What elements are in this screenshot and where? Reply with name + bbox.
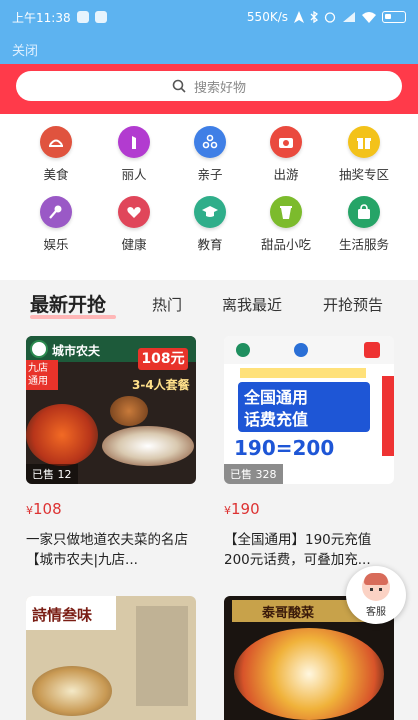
offer-text: 190=200 — [234, 436, 335, 460]
graduation-cap-icon — [194, 196, 226, 228]
camera-icon — [270, 126, 302, 158]
heart-icon — [118, 196, 150, 228]
dish-photo — [234, 628, 384, 720]
product-price: ¥190 — [224, 500, 418, 518]
network-speed: 550K/s — [246, 10, 288, 24]
feed-tabs: 最新开抢 热门 离我最近 开抢预告 — [0, 282, 418, 326]
category-label: 出游 — [273, 167, 299, 182]
search-input[interactable]: 搜索好物 — [16, 71, 402, 101]
dish-photo — [26, 404, 98, 466]
close-button[interactable]: 关闭 — [12, 44, 38, 59]
product-image: 詩情叁味 — [26, 596, 196, 720]
category-beauty[interactable]: 丽人 — [92, 126, 176, 183]
headline-line1: 全国通用 — [244, 388, 309, 407]
search-area: 搜索好物 — [0, 64, 418, 114]
product-price: ¥108 — [26, 500, 222, 518]
notification-icon — [76, 11, 89, 23]
tab-nearby[interactable]: 离我最近 — [222, 294, 282, 315]
price-value: 190 — [231, 500, 260, 518]
product-card[interactable]: 詩情叁味 — [26, 596, 222, 720]
category-label: 亲子 — [197, 167, 223, 182]
category-label: 教育 — [197, 237, 223, 252]
search-icon — [172, 79, 186, 93]
dish-photo — [102, 426, 194, 466]
category-label: 生活服务 — [338, 237, 389, 252]
family-icon — [194, 126, 226, 158]
product-image: 全国通用 话费充值 190=200 已售 328 — [224, 336, 394, 484]
top-bar: 关闭 — [0, 34, 418, 64]
currency-symbol: ¥ — [26, 504, 33, 517]
customer-service-avatar-icon — [362, 572, 390, 601]
china-mobile-logo-icon — [236, 343, 250, 357]
headline-line2: 话费充值 — [244, 410, 309, 429]
category-entertainment[interactable]: 娱乐 — [14, 196, 98, 253]
calligraphy-wall — [136, 606, 188, 706]
battery-icon — [382, 11, 406, 23]
carrier-note-bar — [240, 368, 366, 378]
location-icon — [294, 11, 304, 23]
customer-service-button[interactable]: 客服 — [346, 566, 406, 624]
product-card[interactable]: 城市农夫 九店通用 108元 3-4人套餐 已售 12 ¥108 一家只做地道农… — [26, 336, 222, 570]
prize-icon — [348, 126, 380, 158]
search-placeholder: 搜索好物 — [193, 80, 246, 96]
signal-icon — [343, 12, 355, 22]
product-image: 城市农夫 九店通用 108元 3-4人套餐 已售 12 — [26, 336, 196, 484]
lipstick-icon — [118, 126, 150, 158]
price-tag: 108元 — [138, 348, 188, 370]
promo-badge: 九店通用 — [26, 360, 58, 390]
product-card[interactable]: 全国通用 话费充值 190=200 已售 328 ¥190 【全国通用】190元… — [224, 336, 418, 570]
sign-text: 詩情叁味 — [32, 606, 93, 624]
status-time: 上午11:38 — [12, 10, 71, 25]
category-label: 抽奖专区 — [338, 167, 389, 182]
category-grid: 美食 丽人 亲子 出游 抽奖专区 娱乐 健康 教育 甜品小吃 生活服务 — [0, 114, 418, 280]
dish-photo — [32, 666, 112, 716]
microphone-icon — [40, 196, 72, 228]
status-bar: 上午11:38 550K/s — [0, 0, 418, 34]
wifi-icon — [362, 12, 376, 23]
package-label: 3-4人套餐 — [132, 378, 190, 392]
bluetooth-icon — [310, 11, 318, 23]
side-ribbon — [382, 376, 394, 456]
china-telecom-logo-icon — [294, 343, 308, 357]
china-unicom-logo-icon — [364, 342, 380, 358]
category-label: 丽人 — [121, 167, 147, 182]
category-life-services[interactable]: 生活服务 — [322, 196, 406, 253]
sign-text: 泰哥酸菜 — [262, 606, 315, 621]
dish-photo — [110, 396, 148, 426]
category-travel[interactable]: 出游 — [244, 126, 328, 183]
product-title: 【全国通用】190元充值200元话费，可叠加充... — [224, 532, 372, 568]
cup-icon — [270, 196, 302, 228]
alarm-icon — [324, 12, 336, 23]
product-title: 一家只做地道农夫菜的名店【城市农夫|九店... — [26, 532, 188, 568]
category-label: 健康 — [121, 237, 147, 252]
tab-hot[interactable]: 热门 — [152, 294, 182, 315]
category-label: 甜品小吃 — [260, 237, 311, 252]
app-notification-icon — [94, 11, 107, 23]
tab-latest[interactable]: 最新开抢 — [30, 290, 106, 317]
currency-symbol: ¥ — [224, 504, 231, 517]
category-lottery[interactable]: 抽奖专区 — [322, 126, 406, 183]
brand-logo-icon — [30, 340, 48, 358]
category-education[interactable]: 教育 — [168, 196, 252, 253]
category-label: 娱乐 — [43, 237, 69, 252]
category-health[interactable]: 健康 — [92, 196, 176, 253]
sold-count: 已售 12 — [26, 464, 78, 484]
category-desserts[interactable]: 甜品小吃 — [244, 196, 328, 253]
sold-count: 已售 328 — [224, 464, 283, 484]
bag-icon — [348, 196, 380, 228]
cloche-icon — [40, 126, 72, 158]
price-value: 108 — [33, 500, 62, 518]
customer-service-label: 客服 — [366, 606, 386, 618]
category-label: 美食 — [43, 167, 69, 182]
tab-upcoming[interactable]: 开抢预告 — [323, 294, 383, 315]
brand-name: 城市农夫 — [52, 344, 101, 358]
category-family[interactable]: 亲子 — [168, 126, 252, 183]
category-food[interactable]: 美食 — [14, 126, 98, 183]
